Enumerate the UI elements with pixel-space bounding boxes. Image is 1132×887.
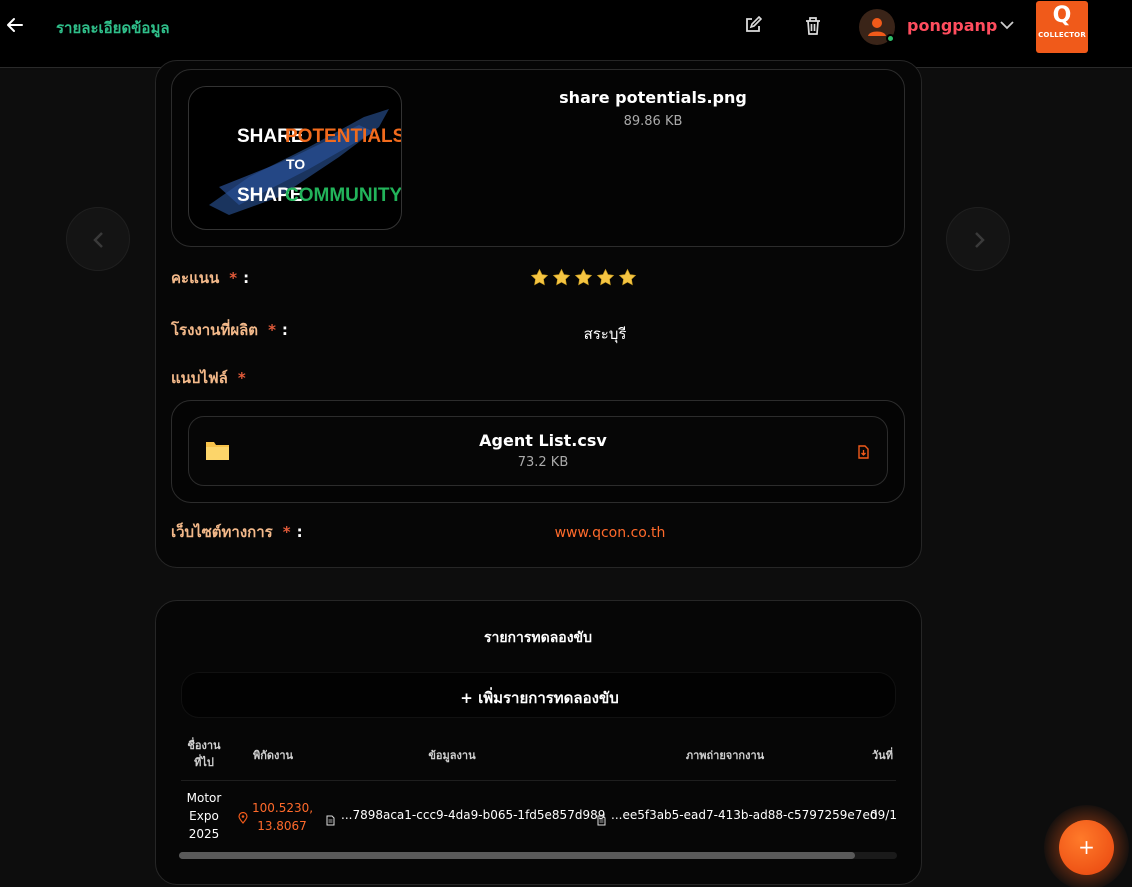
attachment-file-row[interactable] <box>188 416 888 486</box>
trash-icon[interactable] <box>804 16 824 38</box>
user-name[interactable]: pongpanp <box>907 16 997 35</box>
image-thumbnail[interactable]: SHARE POTENTIALS TO SHAPE COMMUNITY <box>188 86 402 230</box>
online-status-dot <box>886 34 895 43</box>
image-file-name: share potentials.png <box>559 88 747 107</box>
website-link[interactable]: www.qcon.co.th <box>540 525 680 541</box>
website-label-text: เว็บไซต์ทางการ <box>171 523 273 541</box>
q-collector-logo[interactable]: Q COLLECTOR <box>1036 1 1088 53</box>
column-header-location: พิกัดงาน <box>252 749 294 762</box>
thumb-text-potentials: POTENTIALS <box>285 126 402 147</box>
required-mark: * <box>237 369 246 387</box>
avatar[interactable] <box>859 9 895 45</box>
star-icon <box>618 268 637 287</box>
plus-icon: + <box>460 689 473 707</box>
next-arrow-button[interactable] <box>946 207 1010 271</box>
date-cell: 09/1( <box>870 808 897 822</box>
factory-value: สระบุรี <box>583 325 627 343</box>
attachment-file-size: 73.2 KB <box>517 455 569 470</box>
factory-label-text: โรงงานที่ผลิต <box>171 321 259 339</box>
star-icon <box>530 268 549 287</box>
star-icon <box>574 268 593 287</box>
required-mark: * <box>268 321 276 339</box>
download-file-icon[interactable] <box>857 444 870 459</box>
back-arrow-icon[interactable] <box>4 14 26 40</box>
image-file-size: 89.86 KB <box>623 114 683 129</box>
top-bar: รายละเอียดข้อมูล pongpanp Q COLLECTOR <box>0 0 1132 68</box>
label-colon: : <box>243 269 250 287</box>
attachment-label-text: แนบไฟล์ <box>171 369 228 387</box>
column-header-photo: ภาพถ่ายจากงาน <box>685 749 765 762</box>
table-divider <box>181 780 896 781</box>
rating-label: คะแนน *: <box>171 266 249 290</box>
rating-label-text: คะแนน <box>171 269 220 287</box>
star-icon <box>552 268 571 287</box>
add-test-drive-label: + เพิ่มรายการทดลองขับ <box>182 686 897 710</box>
folder-icon <box>205 439 230 461</box>
event-name-cell: Motor Expo 2025 <box>186 791 222 841</box>
logo-letter: Q <box>1052 3 1072 28</box>
edit-icon[interactable] <box>744 15 764 38</box>
label-colon: : <box>296 523 303 541</box>
thumb-text-to: TO <box>286 156 305 172</box>
chevron-down-icon[interactable] <box>999 17 1015 33</box>
website-label: เว็บไซต์ทางการ *: <box>171 520 303 544</box>
document-icon <box>326 811 335 826</box>
test-drive-title: รายการทดลองขับ <box>483 630 593 646</box>
label-colon: : <box>281 321 288 339</box>
column-header-date: วันที่ <box>872 749 893 762</box>
location-pin-icon <box>238 809 248 824</box>
previous-arrow-button[interactable] <box>66 207 130 271</box>
add-test-drive-text: เพิ่มรายการทดลองขับ <box>478 689 619 707</box>
photo-cell[interactable]: ...ee5f3ab5-ead7-413b-ad88-c5797259e7ed <box>611 808 877 822</box>
info-cell[interactable]: ...7898aca1-ccc9-4da9-b065-1fd5e857d989 <box>341 808 605 822</box>
attachment-label: แนบไฟล์ * <box>171 366 246 390</box>
thumb-text-community: COMMUNITY <box>285 185 402 206</box>
rating-stars <box>530 268 640 291</box>
factory-label: โรงงานที่ผลิต *: <box>171 318 288 342</box>
add-test-drive-button[interactable]: + เพิ่มรายการทดลองขับ <box>181 672 896 718</box>
column-header-event: ชื่องาน ที่ไป <box>187 739 221 769</box>
coordinates-cell[interactable]: 100.5230, 13.8067 <box>252 799 313 835</box>
column-header-info: ข้อมูลงาน <box>428 749 476 762</box>
required-mark: * <box>282 523 291 541</box>
page-title: รายละเอียดข้อมูล <box>56 19 170 37</box>
star-icon <box>596 268 615 287</box>
horizontal-scrollbar-thumb[interactable] <box>179 852 855 859</box>
logo-subtitle: COLLECTOR <box>1038 31 1086 39</box>
attachment-file-name: Agent List.csv <box>479 431 607 450</box>
required-mark: * <box>229 269 238 287</box>
document-icon <box>597 811 606 826</box>
floating-add-button[interactable]: + <box>1059 820 1114 875</box>
